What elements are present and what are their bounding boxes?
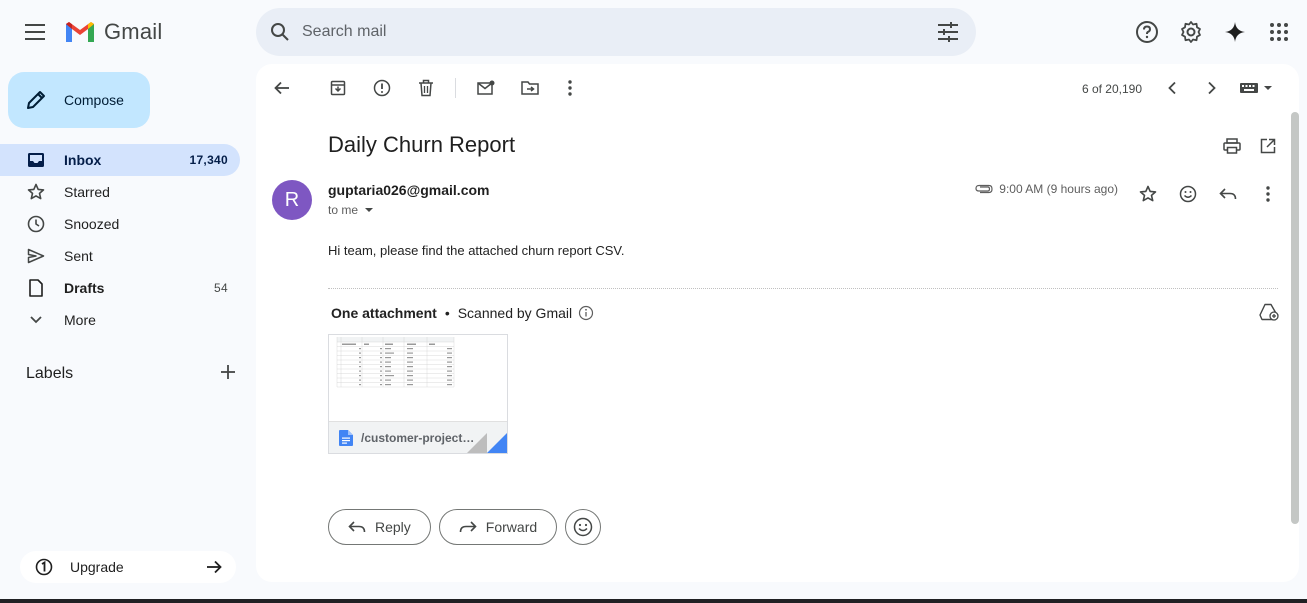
upgrade-button[interactable]: Upgrade xyxy=(20,551,236,583)
separator-dot: • xyxy=(444,305,450,321)
reply-button[interactable]: Reply xyxy=(328,509,431,545)
attachment-card[interactable]: /customer-project-churn.csv xyxy=(328,334,508,454)
sidebar-item-label: Starred xyxy=(64,184,110,200)
star-icon[interactable] xyxy=(1132,178,1164,210)
add-reaction-emoji-icon[interactable] xyxy=(1172,178,1204,210)
emoji-reaction-button[interactable] xyxy=(565,509,602,545)
upgrade-badge-icon xyxy=(34,557,54,577)
clock-icon xyxy=(26,214,46,234)
help-icon[interactable] xyxy=(1127,12,1167,52)
sidebar-item-drafts[interactable]: Drafts 54 xyxy=(0,272,240,304)
chevron-down-icon xyxy=(26,310,46,330)
gmail-logo[interactable]: Gmail xyxy=(64,18,162,46)
info-icon[interactable] xyxy=(578,305,594,321)
sidebar-item-label: Inbox xyxy=(64,152,102,168)
sidebar-nav: Inbox 17,340 Starred Snoozed Sent Drafts… xyxy=(0,144,256,336)
search-options-icon[interactable] xyxy=(936,20,960,44)
attachment-thumbnail xyxy=(329,335,507,421)
search-input[interactable] xyxy=(302,23,902,41)
attachment-clip-icon xyxy=(975,184,993,194)
more-vertical-icon[interactable] xyxy=(554,72,586,104)
inbox-icon xyxy=(26,150,46,170)
compose-button[interactable]: Compose xyxy=(8,72,150,128)
reply-label: Reply xyxy=(375,519,411,535)
google-docs-icon xyxy=(339,430,353,446)
apps-grid-icon[interactable] xyxy=(1259,12,1299,52)
recipients-toggle[interactable]: to me xyxy=(328,203,376,217)
sidebar-item-label: Snoozed xyxy=(64,216,120,232)
sidebar-item-more[interactable]: More xyxy=(0,304,240,336)
inbox-count: 17,340 xyxy=(189,153,228,167)
reply-arrow-icon xyxy=(347,517,367,537)
attachment-filename: /customer-project-churn.csv xyxy=(361,431,476,445)
reply-actions: Reply Forward xyxy=(328,509,602,545)
app-name: Gmail xyxy=(104,19,163,44)
labels-section-header: Labels xyxy=(26,362,236,386)
pencil-icon xyxy=(24,88,48,112)
main-menu-button[interactable] xyxy=(16,12,56,52)
forward-arrow-icon xyxy=(458,517,478,537)
sidebar-item-label: Drafts xyxy=(64,280,105,296)
search-icon[interactable] xyxy=(268,20,292,44)
sidebar-item-snoozed[interactable]: Snoozed xyxy=(0,208,240,240)
window-bottom-edge xyxy=(0,599,1307,603)
compose-label: Compose xyxy=(64,92,124,108)
caret-down-icon xyxy=(365,208,374,212)
open-new-window-icon[interactable] xyxy=(1252,130,1284,162)
sender-email[interactable]: guptaria026@gmail.com xyxy=(328,182,489,198)
mark-unread-icon[interactable] xyxy=(470,72,502,104)
gmail-m-icon xyxy=(66,22,94,42)
recipient-label: to me xyxy=(328,203,359,217)
report-spam-icon[interactable] xyxy=(366,72,398,104)
email-meta: 9:00 AM (9 hours ago) xyxy=(975,182,1118,196)
forward-button[interactable]: Forward xyxy=(438,509,558,545)
sidebar-item-label: Sent xyxy=(64,248,93,264)
attachment-header: One attachment • Scanned by Gmail xyxy=(331,305,594,321)
email-timestamp: 9:00 AM (9 hours ago) xyxy=(999,182,1118,196)
smiley-icon xyxy=(573,517,593,537)
back-arrow-icon[interactable] xyxy=(266,72,298,104)
newer-chevron-left-icon[interactable] xyxy=(1156,72,1188,104)
send-icon xyxy=(26,246,46,266)
gemini-sparkle-icon[interactable] xyxy=(1215,12,1255,52)
delete-trash-icon[interactable] xyxy=(410,72,442,104)
page-fold-corner xyxy=(467,433,507,453)
upgrade-label: Upgrade xyxy=(70,559,124,575)
search-bar[interactable] xyxy=(256,8,976,56)
email-subject: Daily Churn Report xyxy=(328,132,516,157)
sidebar-item-sent[interactable]: Sent xyxy=(0,240,240,272)
archive-icon[interactable] xyxy=(322,72,354,104)
scan-status: Scanned by Gmail xyxy=(457,305,573,321)
print-icon[interactable] xyxy=(1216,130,1248,162)
settings-gear-icon[interactable] xyxy=(1171,12,1211,52)
drafts-count: 54 xyxy=(214,281,228,295)
reply-arrow-icon[interactable] xyxy=(1212,178,1244,210)
more-vertical-icon[interactable] xyxy=(1252,178,1284,210)
forward-label: Forward xyxy=(485,519,538,535)
top-bar: Gmail xyxy=(0,0,1307,64)
email-toolbar: 6 of 20,190 xyxy=(256,64,1299,112)
add-to-drive-icon[interactable] xyxy=(1257,300,1281,324)
pagination-count: 6 of 20,190 xyxy=(1081,82,1142,96)
star-icon xyxy=(26,182,46,202)
top-right-actions xyxy=(1127,12,1307,52)
sender-avatar[interactable]: R xyxy=(272,180,312,220)
attachment-divider xyxy=(328,288,1278,289)
scrollbar[interactable] xyxy=(1291,112,1299,524)
attachment-count: One attachment xyxy=(331,305,437,321)
input-tools-keyboard-icon[interactable] xyxy=(1236,72,1276,104)
email-body: Hi team, please find the attached churn … xyxy=(328,243,625,258)
sidebar-item-starred[interactable]: Starred xyxy=(0,176,240,208)
sidebar-item-inbox[interactable]: Inbox 17,340 xyxy=(0,144,240,176)
toolbar-divider xyxy=(455,78,456,98)
sidebar-item-label: More xyxy=(64,312,96,328)
draft-icon xyxy=(26,278,46,298)
labels-title: Labels xyxy=(26,365,74,382)
older-chevron-right-icon[interactable] xyxy=(1196,72,1228,104)
email-view: 6 of 20,190 Daily Churn Report R guptari… xyxy=(256,64,1299,582)
arrow-right-icon xyxy=(204,557,224,577)
hamburger-icon xyxy=(25,24,45,40)
add-label-plus-icon[interactable] xyxy=(220,364,236,385)
move-to-folder-icon[interactable] xyxy=(514,72,546,104)
